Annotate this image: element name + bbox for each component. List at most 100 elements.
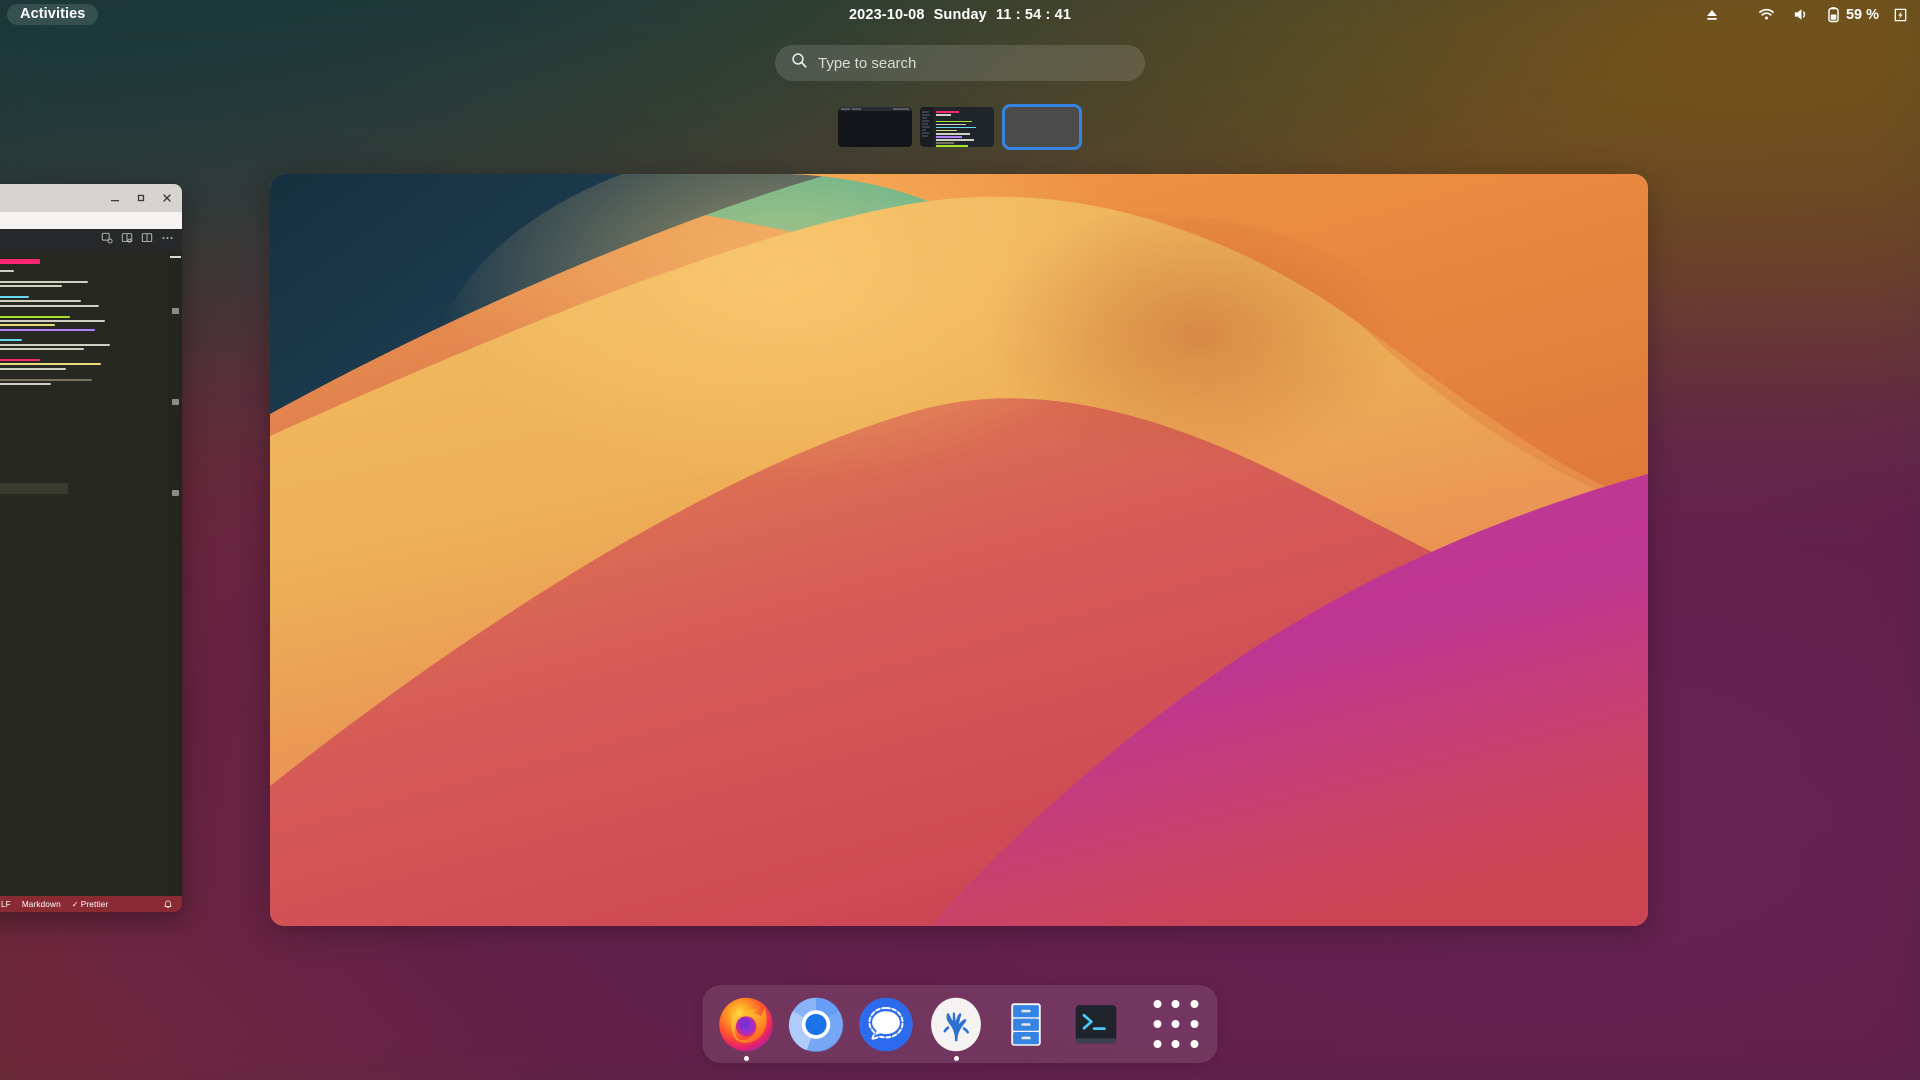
editor-text-area[interactable]	[0, 251, 168, 896]
code-line	[0, 280, 89, 283]
editor-selection	[0, 483, 68, 494]
minimap-mark	[172, 308, 179, 314]
eject-icon[interactable]	[1704, 7, 1720, 23]
clock-date: 2023-10-08	[848, 6, 925, 23]
minimize-icon[interactable]	[108, 191, 122, 205]
code-line	[0, 324, 55, 327]
grid-dot	[1190, 1039, 1199, 1048]
terminal-icon	[1075, 1004, 1117, 1043]
code-line	[0, 339, 22, 342]
search-placeholder: Type to search	[818, 54, 917, 72]
dock-separator	[1137, 1004, 1138, 1044]
minimap-slider[interactable]	[170, 256, 181, 258]
show-applications-button[interactable]	[1149, 995, 1204, 1054]
workspace-preview[interactable]	[270, 174, 1648, 926]
code-editor-window[interactable]: UTF-8 LF Markdown ✓ Prettier	[0, 184, 182, 912]
thumb-bar-seg	[852, 108, 861, 110]
bell-icon[interactable]	[164, 900, 172, 909]
code-line	[0, 363, 101, 366]
editor-minimap-scrollbar[interactable]	[168, 251, 182, 896]
window-controls	[108, 191, 174, 205]
grid-dot	[1153, 1039, 1162, 1048]
code-line	[0, 315, 70, 318]
grid-dot	[1153, 1000, 1162, 1009]
thumb-bar-seg	[893, 108, 909, 110]
code-line	[0, 300, 81, 303]
workspace-thumbnail-1[interactable]	[838, 107, 912, 147]
grid-dot	[1171, 1019, 1180, 1028]
files-cabinet-icon	[1011, 1002, 1041, 1046]
split-preview-icon[interactable]	[101, 231, 113, 249]
grid-dot	[1171, 1039, 1180, 1048]
open-preview-side-icon[interactable]	[121, 231, 133, 249]
code-line	[0, 328, 96, 331]
formatter-check-icon: ✓	[71, 900, 79, 909]
thumbnail-editor	[933, 107, 994, 147]
editor-body[interactable]	[0, 251, 182, 896]
thumbnail-titlebar	[838, 107, 912, 111]
running-indicator	[953, 1055, 959, 1061]
wallpaper	[270, 174, 1648, 926]
code-window-titlebar[interactable]	[0, 184, 182, 212]
code-line	[0, 378, 92, 381]
search-icon	[791, 52, 808, 74]
grid-dot	[1153, 1019, 1162, 1028]
status-eol[interactable]: LF	[1, 900, 11, 909]
workspace-thumbnail-3[interactable]	[1002, 104, 1082, 150]
maximize-icon[interactable]	[134, 191, 148, 205]
code-line	[0, 304, 100, 307]
thumbnail-sidebar	[920, 107, 933, 147]
volume-icon[interactable]	[1792, 6, 1809, 23]
code-line	[0, 359, 41, 362]
thumb-bar-seg	[841, 108, 850, 110]
split-editor-icon[interactable]	[141, 231, 153, 249]
signal-icon	[859, 997, 913, 1051]
editor-status-bar[interactable]: UTF-8 LF Markdown ✓ Prettier	[0, 896, 182, 912]
code-line	[0, 382, 52, 385]
workspace-thumbnail-2[interactable]	[920, 107, 994, 147]
dash-dock	[702, 985, 1218, 1063]
code-line	[0, 348, 85, 351]
dock-item-firefox[interactable]	[717, 995, 776, 1061]
workspace-thumbnails	[838, 104, 1082, 150]
power-profile-icon[interactable]	[1893, 7, 1908, 23]
dock-item-vscodium[interactable]	[927, 995, 986, 1061]
clock-time: 11 : 54 : 41	[995, 6, 1072, 23]
running-indicator	[743, 1055, 749, 1061]
wifi-icon[interactable]	[1758, 6, 1775, 23]
code-line	[0, 343, 111, 346]
system-status-menu[interactable]: 59 %	[1704, 0, 1908, 29]
grid-dot	[1171, 1000, 1180, 1009]
firefox-icon	[719, 997, 773, 1051]
search-input[interactable]: Type to search	[775, 45, 1145, 81]
close-icon[interactable]	[160, 191, 174, 205]
code-line	[0, 319, 105, 322]
minimap-mark	[172, 399, 179, 405]
grid-dot	[1190, 1019, 1199, 1028]
formatter-label: Prettier	[80, 899, 109, 909]
more-actions-icon[interactable]	[161, 231, 174, 249]
activities-button[interactable]: Activities	[7, 3, 99, 26]
editor-tab-row[interactable]	[0, 212, 182, 229]
minimap-mark	[172, 490, 179, 496]
code-line	[0, 285, 63, 288]
wallpaper-artwork	[270, 174, 1648, 926]
top-bar: Activities 2023-10-08 Sunday 11 : 54 : 4…	[0, 0, 1920, 29]
markdown-heading	[0, 259, 41, 264]
clock-menu-button[interactable]: 2023-10-08 Sunday 11 : 54 : 41	[849, 7, 1071, 23]
grid-dot	[1190, 1000, 1199, 1009]
dock-item-files[interactable]	[997, 995, 1056, 1054]
clock-weekday: Sunday	[933, 6, 987, 23]
dock-item-terminal[interactable]	[1067, 995, 1126, 1054]
status-language[interactable]: Markdown	[22, 900, 61, 909]
vscodium-coral-icon	[931, 997, 981, 1051]
editor-toolbar[interactable]	[0, 229, 182, 251]
status-formatter[interactable]: ✓ Prettier	[71, 899, 109, 910]
battery-percentage: 59 %	[1845, 6, 1879, 23]
chromium-icon	[788, 997, 844, 1052]
code-line	[0, 295, 30, 298]
battery-icon[interactable]	[1826, 6, 1841, 23]
dock-item-signal[interactable]	[857, 995, 916, 1054]
dock-item-chromium[interactable]	[787, 995, 846, 1054]
code-line	[0, 270, 15, 272]
